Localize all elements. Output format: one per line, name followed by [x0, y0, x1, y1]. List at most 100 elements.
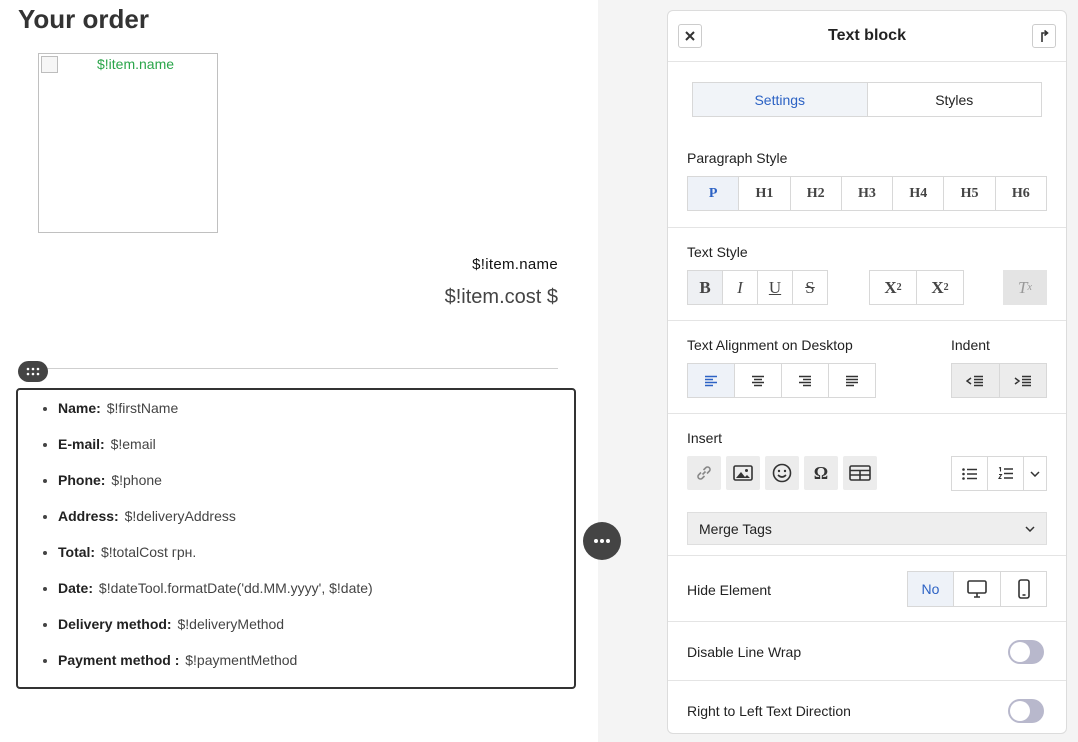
divider-line	[46, 368, 558, 369]
alignment-label: Text Alignment on Desktop	[687, 337, 853, 353]
indent-button[interactable]	[1000, 364, 1047, 397]
align-right-button[interactable]	[782, 364, 829, 397]
list-item: Total: $!totalCost грн.	[58, 542, 574, 578]
item-cost-text[interactable]: $!item.cost $	[445, 286, 558, 309]
superscript-button[interactable]: X2	[917, 271, 963, 304]
list-item: Date: $!dateTool.formatDate('dd.MM.yyyy'…	[58, 578, 574, 614]
order-title[interactable]: Your order	[18, 4, 149, 35]
arrow-up-icon	[1041, 29, 1049, 42]
hide-element-section: Hide Element No	[668, 555, 1066, 622]
disable-line-wrap-toggle[interactable]	[1008, 640, 1044, 664]
paragraph-style-h3[interactable]: H3	[842, 177, 894, 210]
numbered-list-icon	[997, 467, 1013, 480]
emoji-icon	[772, 463, 792, 483]
indent-group	[951, 363, 1047, 398]
hide-mobile-button[interactable]	[1001, 572, 1046, 606]
table-icon	[849, 465, 871, 481]
broken-image-icon	[41, 56, 58, 73]
align-justify-icon	[846, 375, 858, 386]
rtl-toggle[interactable]	[1008, 699, 1044, 723]
paragraph-style-selector: P H1 H2 H3 H4 H5 H6	[687, 176, 1047, 211]
paragraph-style-label: Paragraph Style	[687, 150, 788, 166]
tab-styles[interactable]: Styles	[868, 83, 1042, 116]
panel-tabs: Settings Styles	[692, 82, 1042, 117]
alignment-selector	[687, 363, 876, 398]
strikethrough-button[interactable]: S	[793, 271, 827, 304]
align-justify-button[interactable]	[829, 364, 875, 397]
paragraph-style-h6[interactable]: H6	[996, 177, 1046, 210]
mobile-icon	[1017, 579, 1030, 599]
hide-element-selector: No	[907, 571, 1047, 607]
paragraph-style-h4[interactable]: H4	[893, 177, 945, 210]
select-parent-button[interactable]	[1032, 24, 1056, 48]
bullet-list-icon	[961, 467, 977, 480]
omega-icon: Ω	[813, 462, 829, 483]
list-item: Delivery method: $!deliveryMethod	[58, 614, 574, 650]
align-center-icon	[752, 375, 764, 386]
list-item: Payment method : $!paymentMethod	[58, 650, 574, 686]
paragraph-style-p[interactable]: P	[688, 177, 740, 210]
indent-icon	[1014, 375, 1031, 386]
disable-line-wrap-label: Disable Line Wrap	[687, 644, 802, 660]
tab-settings[interactable]: Settings	[693, 83, 868, 116]
list-item: Name: $!firstName	[58, 398, 574, 434]
list-options-dropdown[interactable]	[1024, 457, 1046, 490]
paragraph-style-h2[interactable]: H2	[791, 177, 842, 210]
numbered-list-button[interactable]	[988, 457, 1024, 490]
clear-formatting-button[interactable]: Tx	[1003, 270, 1047, 305]
rtl-section: Right to Left Text Direction	[668, 680, 1066, 733]
insert-image-button[interactable]	[726, 456, 760, 490]
item-image[interactable]: $!item.name	[38, 53, 218, 233]
alignment-section: Text Alignment on Desktop Indent	[668, 320, 1066, 414]
panel-header: Text block	[668, 11, 1066, 62]
merge-tags-dropdown[interactable]: Merge Tags	[687, 512, 1047, 545]
text-format-group: B I U S	[687, 270, 828, 305]
hide-no-button[interactable]: No	[908, 572, 954, 606]
item-name-text[interactable]: $!item.name	[472, 256, 558, 273]
insert-emoji-button[interactable]	[765, 456, 799, 490]
paragraph-style-h1[interactable]: H1	[739, 177, 791, 210]
paragraph-style-h5[interactable]: H5	[944, 177, 996, 210]
line-wrap-section: Disable Line Wrap	[668, 621, 1066, 681]
drag-handle-icon[interactable]	[18, 361, 48, 382]
bullet-list-button[interactable]	[952, 457, 988, 490]
image-alt-text: $!item.name	[97, 56, 175, 72]
order-details-list: Name: $!firstName E-mail: $!email Phone:…	[18, 390, 574, 686]
insert-special-char-button[interactable]: Ω	[804, 456, 838, 490]
list-group	[951, 456, 1047, 491]
underline-button[interactable]: U	[758, 271, 793, 304]
selected-text-block[interactable]: Name: $!firstName E-mail: $!email Phone:…	[16, 388, 576, 689]
text-block-panel: Text block Settings Styles Paragraph Sty…	[667, 10, 1067, 734]
more-options-button[interactable]	[583, 522, 621, 560]
align-center-button[interactable]	[735, 364, 782, 397]
insert-section: Insert Ω Merge Tags	[668, 413, 1066, 556]
list-item: Phone: $!phone	[58, 470, 574, 506]
email-canvas: Your order $!item.name $!item.name $!ite…	[0, 0, 598, 742]
indent-label: Indent	[951, 337, 990, 353]
subscript-button[interactable]: X2	[870, 271, 917, 304]
align-left-button[interactable]	[688, 364, 735, 397]
script-group: X2 X2	[869, 270, 964, 305]
panel-title: Text block	[828, 27, 906, 44]
chevron-down-icon	[1030, 470, 1040, 477]
list-item: E-mail: $!email	[58, 434, 574, 470]
merge-tags-label: Merge Tags	[699, 520, 772, 537]
outdent-icon	[966, 375, 984, 386]
insert-table-button[interactable]	[843, 456, 877, 490]
text-style-section: Text Style B I U S X2 X2 Tx	[668, 227, 1066, 320]
bold-button[interactable]: B	[688, 271, 723, 304]
desktop-icon	[967, 580, 987, 598]
align-right-icon	[799, 375, 811, 386]
hide-element-label: Hide Element	[687, 582, 772, 598]
insert-link-button[interactable]	[687, 456, 721, 490]
hide-desktop-button[interactable]	[954, 572, 1001, 606]
align-left-icon	[705, 375, 717, 386]
outdent-button[interactable]	[952, 364, 1000, 397]
link-icon	[697, 466, 711, 480]
image-icon	[733, 465, 753, 481]
insert-label: Insert	[687, 430, 723, 446]
list-item: Address: $!deliveryAddress	[58, 506, 574, 542]
italic-button[interactable]: I	[723, 271, 758, 304]
text-style-label: Text Style	[687, 244, 748, 260]
rtl-label: Right to Left Text Direction	[687, 703, 851, 719]
